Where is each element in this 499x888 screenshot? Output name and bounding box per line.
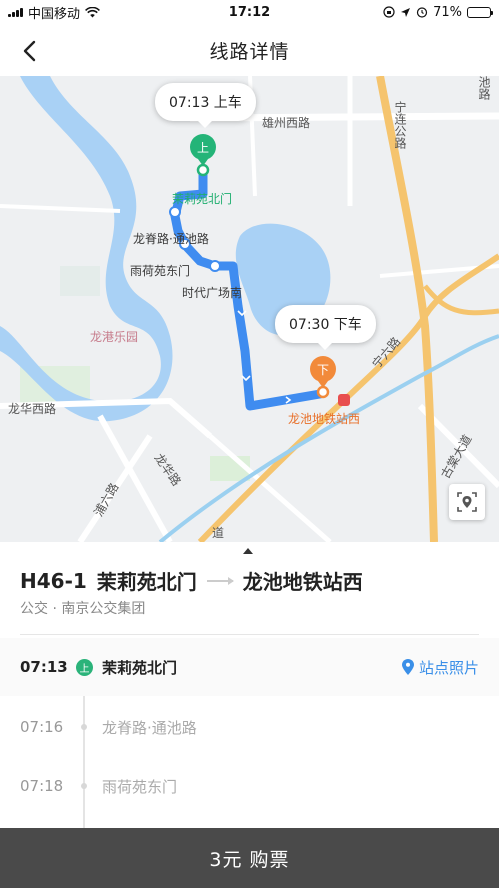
nav-bar: 线路详情 (0, 24, 499, 76)
route-subtitle: 公交 · 南京公交集团 (20, 601, 146, 617)
locate-icon (457, 492, 477, 512)
alight-pin[interactable]: 下 (310, 356, 336, 388)
chevron-left-icon (23, 40, 36, 62)
photo-link-label: 站点照片 (418, 658, 479, 677)
battery-percent: 71% (433, 4, 462, 20)
board-badge-icon: 上 (76, 658, 93, 676)
arrow-right-icon (206, 576, 234, 585)
map-label-yuhe-east: 雨荷苑东门 (130, 264, 191, 278)
stop-row[interactable]: 07:18 雨荷苑东门 (0, 757, 499, 815)
location-arrow-icon (401, 7, 411, 17)
stop-dot-icon (81, 724, 87, 730)
stop-row[interactable]: 07:16 龙脊路·通池路 (0, 698, 499, 756)
buy-ticket-button[interactable]: 3元 购票 (0, 828, 499, 888)
route-map[interactable]: 雄州西路 宁连公路 池路 茉莉苑北门 龙脊路·通池路 雨荷苑东门 时代广场南 龙… (0, 76, 499, 542)
signal-icon (8, 7, 23, 17)
map-label-ninglian: 宁连公路 (393, 101, 407, 149)
stop-time: 07:13 (20, 658, 68, 676)
pin-icon (401, 659, 414, 675)
map-label-dao: 道 (212, 526, 225, 540)
divider (20, 634, 479, 635)
stop-time: 07:18 (20, 777, 64, 795)
stop-time: 07:16 (20, 718, 64, 736)
route-header: H46-1 茉莉苑北门 龙池地铁站西 (20, 566, 363, 595)
route-sheet: H46-1 茉莉苑北门 龙池地铁站西 公交 · 南京公交集团 07:13 上 茉… (0, 542, 499, 828)
carrier-name: 中国移动 (28, 6, 81, 22)
stop-name: 雨荷苑东门 (102, 777, 178, 796)
board-time-bubble: 07:13 上车 (155, 83, 256, 128)
board-pin[interactable]: 上 (190, 134, 216, 166)
route-from: 茉莉苑北门 (96, 570, 197, 594)
route-to: 龙池地铁站西 (242, 570, 363, 594)
battery-icon (467, 6, 493, 18)
wifi-icon (85, 6, 100, 17)
status-left: 中国移动 (8, 3, 100, 22)
stop-name: 龙脊路·通池路 (102, 718, 197, 737)
locate-button[interactable] (449, 484, 485, 520)
status-right: 71% (383, 4, 493, 20)
station-photo-link[interactable]: 站点照片 (401, 657, 479, 678)
alight-time-bubble: 07:30 下车 (275, 305, 376, 350)
status-bar: 中国移动 17:12 71% (0, 0, 499, 24)
map-label-longgang-park: 龙港乐园 (90, 330, 139, 344)
map-label-xiongzhou: 雄州西路 (262, 116, 311, 130)
map-label-shidai-south: 时代广场南 (182, 286, 243, 300)
map-canvas (0, 76, 499, 542)
back-button[interactable] (14, 36, 44, 66)
page-title: 线路详情 (209, 40, 290, 63)
stop-dot-icon (81, 783, 87, 789)
alarm-icon (416, 7, 428, 18)
stop-row-boarding[interactable]: 07:13 上 茉莉苑北门 站点照片 (0, 638, 499, 696)
map-label-longhua-west: 龙华西路 (8, 402, 57, 416)
map-label-longji-tongchi: 龙脊路·通池路 (133, 232, 209, 246)
map-label-chi-top: 池路 (477, 76, 491, 100)
orientation-lock-icon (383, 6, 395, 18)
stop-name: 茉莉苑北门 (102, 658, 178, 677)
sheet-handle-icon[interactable] (243, 548, 253, 554)
map-label-longchi-station: 龙池地铁站西 (288, 412, 361, 426)
map-label-molly-north-gate: 茉莉苑北门 (172, 192, 233, 206)
route-number: H46-1 (20, 568, 87, 593)
